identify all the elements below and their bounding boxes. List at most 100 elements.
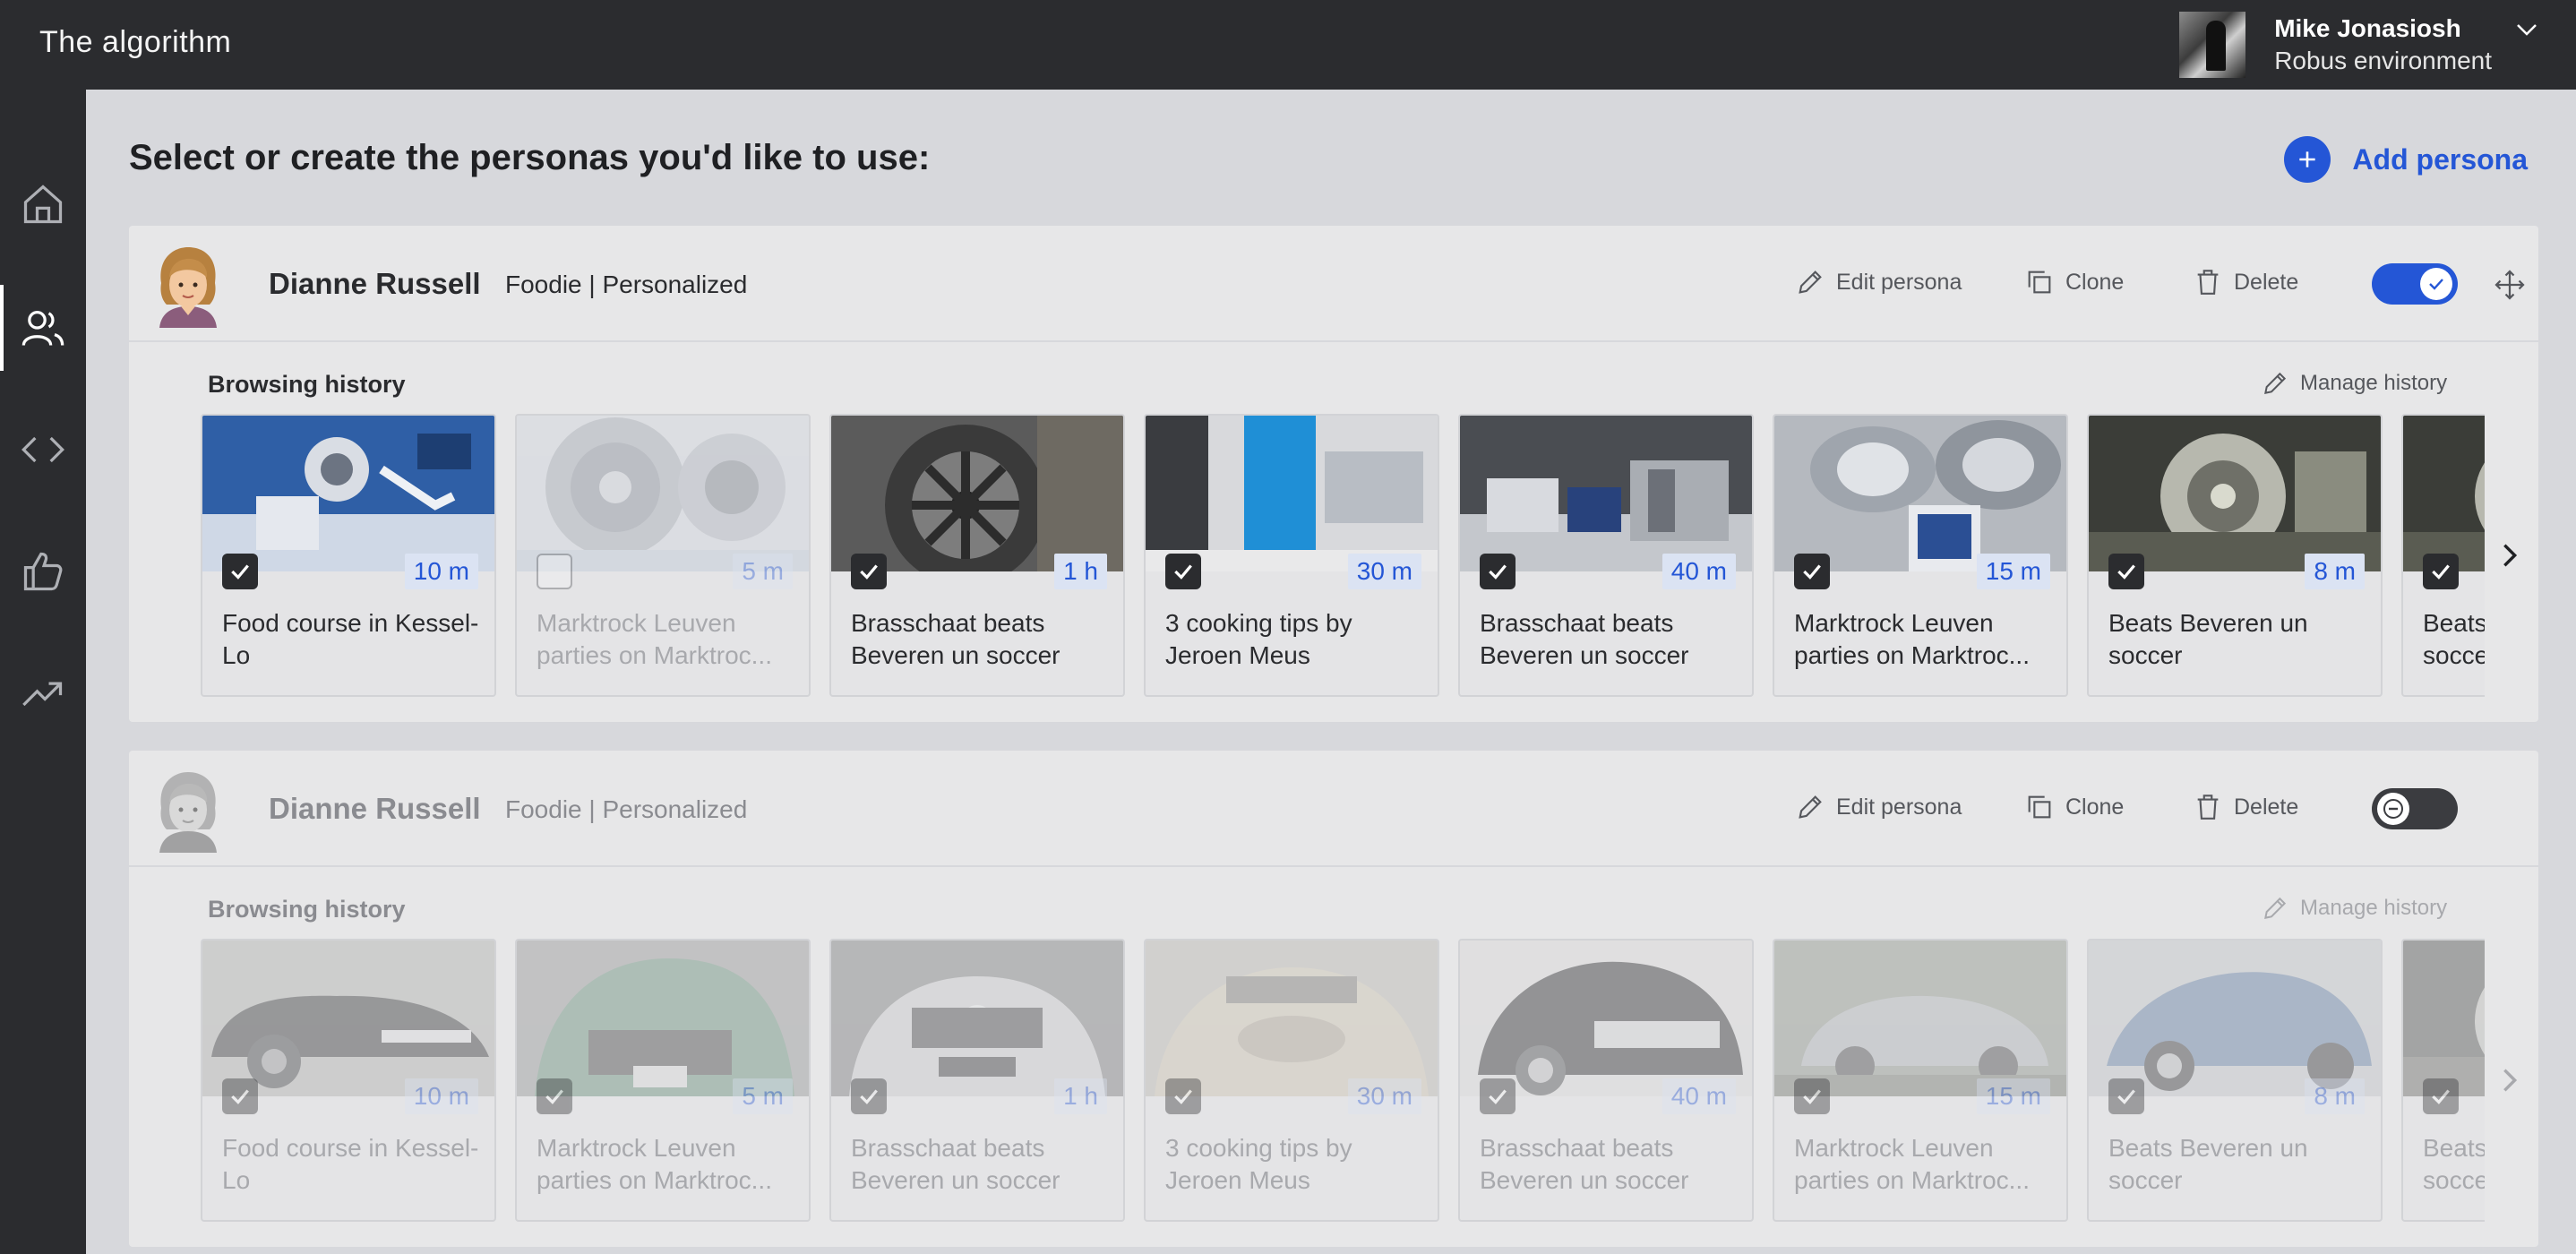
history-item-title: Marktrock Leuven parties on Marktroc...	[537, 1134, 772, 1194]
history-item[interactable]: 10 m Food course in Kessel-Lo	[201, 414, 496, 697]
history-item[interactable]: 15 m Marktrock Leuven parties on Marktroc…	[1773, 414, 2068, 697]
persona-tags: Foodie | Personalized	[505, 795, 748, 823]
persona-tags: Foodie | Personalized	[505, 271, 748, 298]
user-menu[interactable]: Mike Jonasiosh Robus environment	[2179, 11, 2540, 79]
persona-toggle[interactable]	[2372, 263, 2458, 305]
history-item[interactable]: 30 m 3 cooking tips by Jeroen Meus	[1144, 414, 1439, 697]
duration-badge: 8 m	[2305, 1078, 2365, 1114]
history-item[interactable]: 5 m Marktrock Leuven parties on Marktroc.…	[515, 939, 811, 1222]
copy-icon	[2028, 271, 2051, 294]
clone-button[interactable]: Clone	[2024, 792, 2124, 822]
copy-icon	[2028, 795, 2051, 819]
users-icon	[21, 311, 64, 346]
user-name: Mike Jonasiosh	[2274, 14, 2461, 42]
history-checkbox[interactable]	[1165, 554, 1201, 589]
next-button[interactable]	[2485, 939, 2535, 1222]
top-bar: The algorithm Mike Jonasiosh Robus envir…	[0, 0, 2576, 90]
history-item-title: 3 cooking tips by Jeroen Meus	[1165, 609, 1352, 669]
history-item[interactable]: 8 m Beats Beveren un soccer	[2087, 939, 2383, 1222]
duration-badge: 10 m	[404, 1078, 478, 1114]
history-thumbnail	[2089, 940, 2381, 1096]
history-checkbox[interactable]	[1480, 554, 1516, 589]
history-thumbnail	[517, 940, 809, 1096]
add-persona-label: Add persona	[2352, 142, 2528, 176]
history-item[interactable]: 10 m Food course in Kessel-Lo	[201, 939, 496, 1222]
history-checkbox[interactable]	[222, 1078, 258, 1114]
trash-icon	[2197, 794, 2219, 820]
pencil-icon	[1799, 271, 1822, 294]
history-checkbox[interactable]	[1794, 1078, 1830, 1114]
history-thumbnail	[1460, 940, 1752, 1096]
history-item[interactable]: 1 h Brasschaat beats Beveren un soccer	[829, 414, 1125, 697]
sidebar-item-likes[interactable]	[0, 528, 86, 614]
history-thumbnail	[2403, 416, 2485, 571]
history-thumbnail	[831, 416, 1123, 571]
persona-toggle[interactable]	[2372, 788, 2458, 829]
history-strip: 10 m Food course in Kessel-Lo 5 m Marktrock…	[201, 414, 2485, 699]
history-checkbox[interactable]	[537, 1078, 572, 1114]
chevron-right-icon	[2503, 544, 2518, 567]
edit-persona-label: Edit persona	[1836, 269, 1962, 295]
history-item[interactable]: Beats Beveren un soccer	[2401, 414, 2485, 697]
history-checkbox[interactable]	[1794, 554, 1830, 589]
app-title: The algorithm	[39, 25, 232, 59]
duration-badge: 1 h	[1054, 1078, 1107, 1114]
manage-history-label: Manage history	[2300, 896, 2448, 920]
history-thumbnail	[202, 416, 494, 571]
add-persona-button[interactable]: Add persona	[2284, 136, 2528, 183]
history-item-title: Brasschaat beats Beveren un soccer	[851, 609, 1060, 669]
history-strip: 10 m Food course in Kessel-Lo 5 m Marktrock…	[201, 939, 2485, 1224]
history-thumbnail	[202, 940, 494, 1096]
sidebar-item-code[interactable]	[0, 407, 86, 493]
history-checkbox[interactable]	[851, 554, 887, 589]
duration-badge: 40 m	[1662, 554, 1736, 589]
history-item-title: Brasschaat beats Beveren un soccer	[1480, 1134, 1689, 1194]
user-avatar[interactable]	[2179, 12, 2246, 78]
history-item[interactable]: Beats Beveren un soccer	[2401, 939, 2485, 1222]
history-checkbox[interactable]	[222, 554, 258, 589]
history-checkbox[interactable]	[2423, 1078, 2459, 1114]
chevron-down-icon[interactable]	[2513, 16, 2540, 43]
next-button[interactable]	[2485, 414, 2535, 697]
history-checkbox[interactable]	[2423, 554, 2459, 589]
history-checkbox[interactable]	[851, 1078, 887, 1114]
edit-persona-button[interactable]: Edit persona	[1795, 792, 1962, 822]
history-item[interactable]: 15 m Marktrock Leuven parties on Marktroc…	[1773, 939, 2068, 1222]
history-item[interactable]: 40 m Brasschaat beats Beveren un soccer	[1458, 414, 1754, 697]
history-checkbox[interactable]	[1480, 1078, 1516, 1114]
trending-up-icon	[22, 682, 63, 707]
manage-history-button[interactable]: Manage history	[2261, 894, 2447, 923]
delete-button[interactable]: Delete	[2193, 792, 2298, 822]
history-checkbox[interactable]	[2108, 554, 2144, 589]
manage-history-label: Manage history	[2300, 371, 2448, 395]
edit-persona-button[interactable]: Edit persona	[1795, 267, 1962, 297]
history-item-title: Beats Beveren un soccer	[2423, 1134, 2485, 1194]
history-item[interactable]: 8 m Beats Beveren un soccer	[2087, 414, 2383, 697]
code-icon	[21, 436, 64, 463]
persona-name: Dianne Russell	[269, 267, 481, 300]
minus-icon	[2377, 793, 2409, 825]
history-item[interactable]: 1 h Brasschaat beats Beveren un soccer	[829, 939, 1125, 1222]
history-item[interactable]: 30 m 3 cooking tips by Jeroen Meus	[1144, 939, 1439, 1222]
move-icon[interactable]	[2494, 269, 2526, 301]
persona-avatar	[159, 772, 217, 853]
clone-button[interactable]: Clone	[2024, 267, 2124, 297]
manage-history-button[interactable]: Manage history	[2261, 369, 2447, 398]
sidebar-item-personas[interactable]	[0, 285, 86, 371]
delete-button[interactable]: Delete	[2193, 267, 2298, 297]
history-checkbox[interactable]	[537, 554, 572, 589]
browsing-history-title: Browsing history	[208, 371, 406, 398]
check-icon	[2420, 268, 2452, 300]
sidebar-item-home[interactable]	[0, 161, 86, 247]
persona-card: Dianne Russell Foodie | Personalized Edi…	[129, 751, 2538, 1247]
history-checkbox[interactable]	[1165, 1078, 1201, 1114]
history-thumbnail	[1774, 940, 2066, 1096]
sidebar-item-trends[interactable]	[0, 650, 86, 736]
clone-label: Clone	[2065, 269, 2125, 295]
history-item[interactable]: 40 m Brasschaat beats Beveren un soccer	[1458, 939, 1754, 1222]
history-checkbox[interactable]	[2108, 1078, 2144, 1114]
plus-icon	[2284, 136, 2331, 183]
persona-header: Dianne Russell Foodie | Personalized Edi…	[129, 751, 2538, 867]
history-item-title: 3 cooking tips by Jeroen Meus	[1165, 1134, 1352, 1194]
history-item[interactable]: 5 m Marktrock Leuven parties on Marktroc.…	[515, 414, 811, 697]
